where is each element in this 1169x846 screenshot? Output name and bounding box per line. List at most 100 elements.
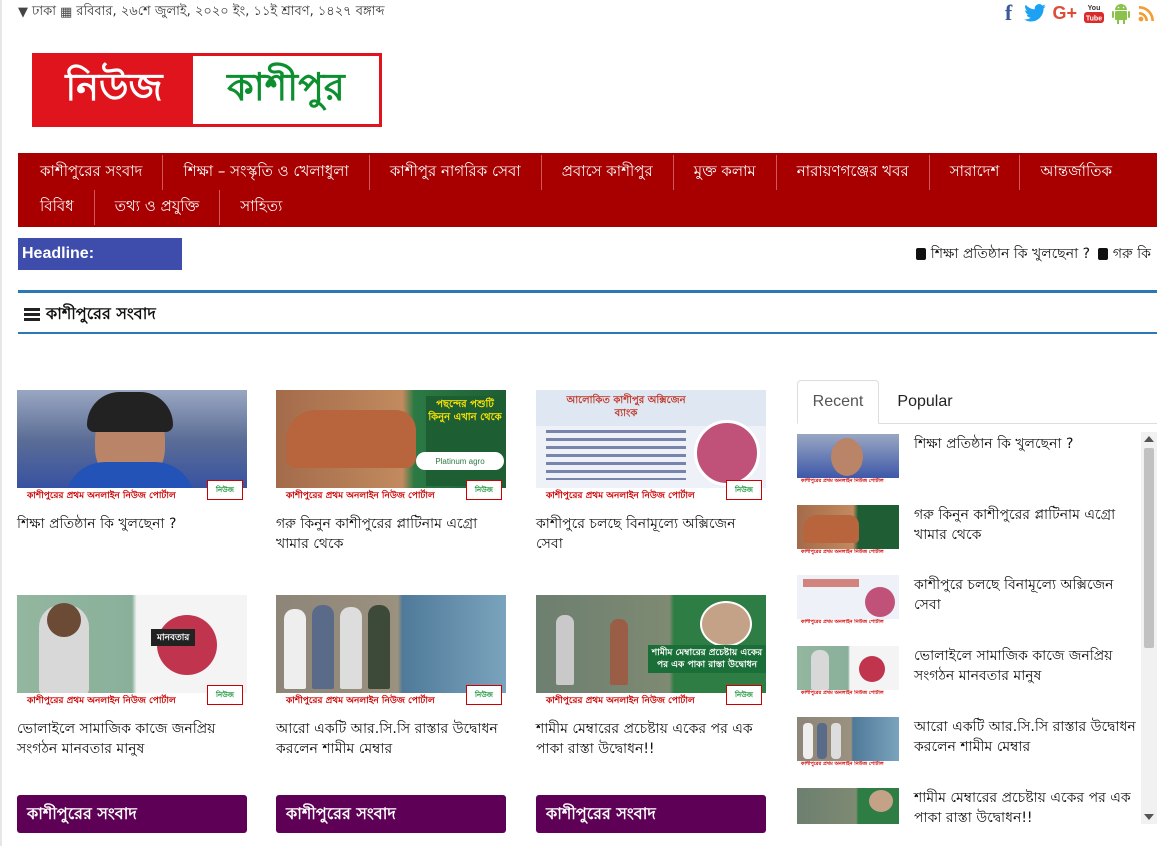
map-marker-icon: ▼ xyxy=(18,5,28,20)
tab-popular[interactable]: Popular xyxy=(883,380,967,424)
twitter-icon[interactable] xyxy=(1024,2,1047,24)
headline-label: Headline: xyxy=(18,238,182,270)
thumbnail-band: কাশীপুরের প্রথম অনলাইন নিউজ পোর্টাল xyxy=(797,478,899,486)
nav-item-education-culture[interactable]: শিক্ষা – সংস্কৃতি ও খেলাধুলা xyxy=(163,155,370,190)
page-left-border xyxy=(0,0,2,846)
news-title[interactable]: আরো একটি আর.সি.সি রাস্তার উদ্বোধন করলেন … xyxy=(276,719,506,759)
section-title: কাশীপুরের সংবাদ xyxy=(46,304,156,323)
category-button[interactable]: কাশীপুরের সংবাদ xyxy=(536,795,766,833)
thumbnail-band: কাশীপুরের প্রথম অনলাইন নিউজ পোর্টাল xyxy=(797,690,899,698)
section-divider-top xyxy=(18,290,1157,293)
list-item-thumbnail[interactable]: কাশীপুরের প্রথম অনলাইন নিউজ পোর্টাল xyxy=(797,646,899,698)
category-button[interactable]: কাশীপুরের সংবাদ xyxy=(17,795,247,833)
facebook-icon[interactable]: f xyxy=(998,0,1018,25)
nav-row-1: কাশীপুরের সংবাদ শিক্ষা – সংস্কৃতি ও খেলা… xyxy=(20,155,1157,190)
list-icon xyxy=(24,308,40,321)
list-item-thumbnail[interactable]: কাশীপুরের প্রথম অনলাইন নিউজ পোর্টাল xyxy=(797,434,899,486)
ticker-item[interactable]: শিক্ষা প্রতিষ্ঠান কি খুলছেনা ? xyxy=(931,243,1090,265)
nav-item-open-column[interactable]: মুক্ত কলাম xyxy=(674,155,777,190)
scroll-up-arrow-icon[interactable] xyxy=(1144,436,1154,442)
youtube-icon[interactable]: You Tube xyxy=(1083,2,1105,24)
android-icon[interactable] xyxy=(1111,2,1131,24)
thumbnail-band: কাশীপুরের প্রথম অনলাইন নিউজ পোর্টাল xyxy=(797,549,899,557)
logo-part-kashipur: কাশীপুর xyxy=(193,56,379,124)
logo-badge: নিউজ xyxy=(726,685,762,705)
news-card[interactable]: আলোকিত কাশীপুর অক্সিজেন ব্যাংক কাশীপুরের… xyxy=(536,390,766,554)
logo-badge: নিউজ xyxy=(466,480,502,500)
news-title[interactable]: শিক্ষা প্রতিষ্ঠান কি খুলছেনা ? xyxy=(17,514,247,534)
news-card[interactable]: শামীম মেম্বারের প্রচেষ্টায় একের পর এক প… xyxy=(536,595,766,759)
news-title[interactable]: ভোলাইলে সামাজিক কাজে জনপ্রিয় সংগঠন মানব… xyxy=(17,719,247,759)
logo-badge: নিউজ xyxy=(466,685,502,705)
overlay-text: পছন্দের পশুটি কিনুন এখান থেকে xyxy=(428,399,502,423)
svg-text:You: You xyxy=(1088,5,1101,12)
sidebar-tabs: Recent Popular xyxy=(797,380,1157,424)
news-thumbnail[interactable]: কাশীপুরের প্রথম অনলাইন নিউজ পোর্টাল নিউজ xyxy=(276,595,506,707)
square-bullet-icon xyxy=(916,248,926,260)
svg-text:Tube: Tube xyxy=(1086,16,1102,23)
list-item-title[interactable]: শামীম মেম্বারের প্রচেষ্টায় একের পর এক প… xyxy=(914,788,1140,824)
logo-badge: নিউজ xyxy=(207,480,243,500)
ticker-item[interactable]: গরু কি xyxy=(1113,243,1151,265)
list-item-thumbnail[interactable]: কাশীপুরের প্রথম অনলাইন নিউজ পোর্টাল xyxy=(797,788,899,824)
nav-item-kashipur-news[interactable]: কাশীপুরের সংবাদ xyxy=(20,155,164,190)
nav-item-international[interactable]: আন্তর্জাতিক xyxy=(1020,155,1132,190)
logo-badge: নিউজ xyxy=(207,685,243,705)
list-item[interactable]: কাশীপুরের প্রথম অনলাইন নিউজ পোর্টাল আরো … xyxy=(797,717,1140,779)
nav-item-country[interactable]: সারাদেশ xyxy=(930,155,1021,190)
nav-item-misc[interactable]: বিবিধ xyxy=(20,190,95,225)
logo-part-news: নিউজ xyxy=(35,56,193,124)
list-item[interactable]: কাশীপুরের প্রথম অনলাইন নিউজ পোর্টাল ভোলা… xyxy=(797,646,1140,708)
list-item-thumbnail[interactable]: কাশীপুরের প্রথম অনলাইন নিউজ পোর্টাল xyxy=(797,717,899,769)
rss-icon[interactable] xyxy=(1137,2,1157,24)
top-bar: ▼ ঢাকা ▦ রবিবার, ২৬শে জুলাই, ২০২০ ইং, ১১… xyxy=(18,0,1157,26)
site-logo[interactable]: নিউজ কাশীপুর xyxy=(32,53,382,127)
list-item-title[interactable]: শিক্ষা প্রতিষ্ঠান কি খুলছেনা ? xyxy=(914,434,1140,454)
news-title[interactable]: গরু কিনুন কাশীপুরের প্লাটিনাম এগ্রো খামা… xyxy=(276,514,506,554)
overlay-text: আলোকিত কাশীপুর অক্সিজেন ব্যাংক xyxy=(566,395,686,419)
news-title[interactable]: শামীম মেম্বারের প্রচেষ্টায় একের পর এক প… xyxy=(536,719,766,759)
list-item-title[interactable]: আরো একটি আর.সি.সি রাস্তার উদ্বোধন করলেন … xyxy=(914,717,1140,757)
overlay-text: শামীম মেম্বারের প্রচেষ্টায় একের পর এক প… xyxy=(648,645,766,673)
list-item-thumbnail[interactable]: কাশীপুরের প্রথম অনলাইন নিউজ পোর্টাল xyxy=(797,575,899,627)
nav-item-narayanganj[interactable]: নারায়ণগঞ্জের খবর xyxy=(777,155,930,190)
list-item-title[interactable]: কাশীপুরে চলছে বিনামূল্যে অক্সিজেন সেবা xyxy=(914,575,1140,615)
google-plus-icon[interactable]: G+ xyxy=(1052,2,1077,24)
date-bar: ▼ ঢাকা ▦ রবিবার, ২৬শে জুলাই, ২০২০ ইং, ১১… xyxy=(18,2,385,23)
nav-item-abroad[interactable]: প্রবাসে কাশীপুর xyxy=(542,155,674,190)
sidebar-scrollbar[interactable] xyxy=(1141,432,1157,824)
list-item-thumbnail[interactable]: কাশীপুরের প্রথম অনলাইন নিউজ পোর্টাল xyxy=(797,505,899,557)
news-title[interactable]: কাশীপুরে চলছে বিনামূল্যে অক্সিজেন সেবা xyxy=(536,514,766,554)
nav-item-citizen-service[interactable]: কাশীপুর নাগরিক সেবা xyxy=(370,155,542,190)
section-header: কাশীপুরের সংবাদ xyxy=(24,301,156,328)
main-navigation: কাশীপুরের সংবাদ শিক্ষা – সংস্কৃতি ও খেলা… xyxy=(18,153,1157,227)
category-button[interactable]: কাশীপুরের সংবাদ xyxy=(276,795,506,833)
news-card[interactable]: কাশীপুরের প্রথম অনলাইন নিউজ পোর্টাল নিউজ… xyxy=(276,595,506,759)
news-card[interactable]: কাশীপুরের প্রথম অনলাইন নিউজ পোর্টাল নিউজ… xyxy=(17,390,247,534)
news-card[interactable]: পছন্দের পশুটি কিনুন এখান থেকে Platinum a… xyxy=(276,390,506,554)
recent-posts-list: কাশীপুরের প্রথম অনলাইন নিউজ পোর্টাল শিক্… xyxy=(797,432,1140,824)
news-thumbnail[interactable]: শামীম মেম্বারের প্রচেষ্টায় একের পর এক প… xyxy=(536,595,766,707)
location-text: ঢাকা xyxy=(32,4,56,19)
news-thumbnail[interactable]: মানবতার কাশীপুরের প্রথম অনলাইন নিউজ পোর্… xyxy=(17,595,247,707)
thumbnail-band: কাশীপুরের প্রথম অনলাইন নিউজ পোর্টাল xyxy=(797,619,899,627)
news-thumbnail[interactable]: পছন্দের পশুটি কিনুন এখান থেকে Platinum a… xyxy=(276,390,506,502)
nav-row-2: বিবিধ তথ্য ও প্রযুক্তি সাহিত্য xyxy=(20,190,1157,225)
list-item[interactable]: কাশীপুরের প্রথম অনলাইন নিউজ পোর্টাল গরু … xyxy=(797,505,1140,567)
news-thumbnail[interactable]: কাশীপুরের প্রথম অনলাইন নিউজ পোর্টাল নিউজ xyxy=(17,390,247,502)
nav-item-tech[interactable]: তথ্য ও প্রযুক্তি xyxy=(95,190,221,225)
list-item-title[interactable]: ভোলাইলে সামাজিক কাজে জনপ্রিয় সংগঠন মানব… xyxy=(914,646,1140,686)
square-bullet-icon xyxy=(1098,248,1108,260)
news-card[interactable]: মানবতার কাশীপুরের প্রথম অনলাইন নিউজ পোর্… xyxy=(17,595,247,759)
news-thumbnail[interactable]: আলোকিত কাশীপুর অক্সিজেন ব্যাংক কাশীপুরের… xyxy=(536,390,766,502)
scrollbar-thumb[interactable] xyxy=(1144,448,1154,648)
nav-item-literature[interactable]: সাহিত্য xyxy=(220,190,302,225)
scroll-down-arrow-icon[interactable] xyxy=(1144,814,1154,820)
tab-recent[interactable]: Recent xyxy=(797,380,879,424)
date-text: রবিবার, ২৬শে জুলাই, ২০২০ ইং, ১১ই শ্রাবণ,… xyxy=(76,4,385,19)
list-item-title[interactable]: গরু কিনুন কাশীপুরের প্লাটিনাম এগ্রো খামা… xyxy=(914,505,1140,545)
list-item[interactable]: কাশীপুরের প্রথম অনলাইন নিউজ পোর্টাল শিক্… xyxy=(797,434,1140,496)
section-divider-bottom xyxy=(18,332,1157,334)
list-item[interactable]: কাশীপুরের প্রথম অনলাইন নিউজ পোর্টাল শামী… xyxy=(797,788,1140,824)
list-item[interactable]: কাশীপুরের প্রথম অনলাইন নিউজ পোর্টাল কাশী… xyxy=(797,575,1140,637)
